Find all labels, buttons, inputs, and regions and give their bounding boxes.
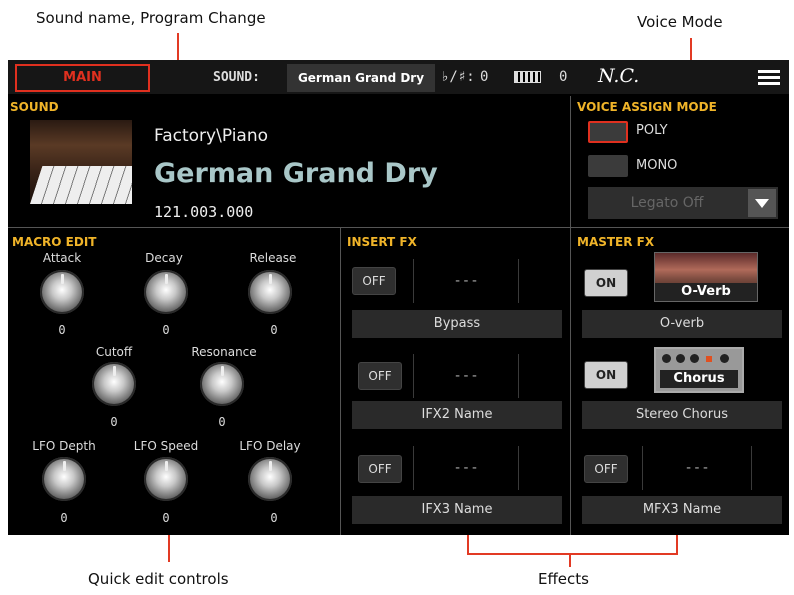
octave-value: 0 [559, 69, 568, 85]
ifx2-name[interactable]: IFX2 Name [352, 401, 562, 429]
ifx2-slot[interactable]: --- [413, 354, 519, 398]
callout-line [467, 553, 678, 555]
ifx1-name[interactable]: Bypass [352, 310, 562, 338]
mfx1-name[interactable]: O-verb [582, 310, 782, 338]
callout-quick-edit: Quick edit controls [88, 570, 229, 588]
main-tab[interactable]: MAIN [15, 64, 150, 92]
ifx3-toggle[interactable]: OFF [358, 455, 402, 483]
transpose-value: 0 [480, 69, 489, 85]
knob-value: 0 [270, 511, 278, 525]
sound-path: Factory\Piano [154, 126, 269, 146]
knob-label: Decay [145, 251, 183, 265]
divider [570, 228, 571, 535]
attack-knob[interactable] [40, 270, 84, 314]
master-fx-title: MASTER FX [577, 235, 655, 249]
voice-assign-title: VOICE ASSIGN MODE [577, 100, 717, 114]
knob-value: 0 [58, 323, 66, 337]
mfx2-name[interactable]: Stereo Chorus [582, 401, 782, 429]
lfo-delay-knob[interactable] [248, 457, 292, 501]
callout-voice-mode: Voice Mode [637, 13, 723, 31]
poly-radio[interactable] [588, 121, 628, 143]
callout-sound-name: Sound name, Program Change [36, 9, 266, 27]
mfx2-toggle[interactable]: ON [584, 361, 628, 389]
knob-label: LFO Depth [32, 439, 96, 453]
lfo-speed-knob[interactable] [144, 457, 188, 501]
ifx2-toggle[interactable]: OFF [358, 362, 402, 390]
mfx1-toggle[interactable]: ON [584, 269, 628, 297]
ifx3-name[interactable]: IFX3 Name [352, 496, 562, 524]
mfx3-slot[interactable]: --- [642, 446, 752, 490]
callout-line [168, 532, 170, 562]
knob-label: LFO Speed [133, 439, 199, 453]
resonance-knob[interactable] [200, 362, 244, 406]
ifx1-toggle[interactable]: OFF [352, 267, 396, 295]
knob-value: 0 [110, 415, 118, 429]
divider [570, 96, 571, 227]
chevron-down-icon[interactable] [748, 189, 776, 217]
knob-label: LFO Delay [239, 439, 301, 453]
divider [8, 227, 789, 228]
transpose-label: ♭/♯: [441, 69, 475, 85]
mfx1-image-label: O-Verb [655, 283, 757, 301]
macro-edit-title: MACRO EDIT [12, 235, 97, 249]
knob-label: Release [249, 251, 297, 265]
knob-value: 0 [60, 511, 68, 525]
menu-icon[interactable] [758, 70, 780, 86]
sound-section-title: SOUND [10, 100, 59, 114]
sound-label: SOUND: [213, 70, 260, 85]
release-knob[interactable] [248, 270, 292, 314]
mfx2-image-label: Chorus [660, 370, 738, 388]
keyboard-icon [514, 71, 541, 83]
decay-knob[interactable] [144, 270, 188, 314]
knob-value: 0 [162, 511, 170, 525]
knob-value: 0 [270, 323, 278, 337]
mfx3-toggle[interactable]: OFF [584, 455, 628, 483]
program-change: 121.003.000 [154, 203, 254, 221]
callout-line [676, 532, 678, 554]
legato-value: Legato Off [630, 195, 704, 211]
lfo-depth-knob[interactable] [42, 457, 86, 501]
ifx3-slot[interactable]: --- [413, 446, 519, 490]
sound-name[interactable]: German Grand Dry [154, 158, 438, 189]
callout-line [467, 532, 469, 554]
knob-label: Cutoff [95, 345, 133, 359]
knob-label: Resonance [191, 345, 257, 359]
sound-name-display[interactable]: German Grand Dry [287, 64, 435, 92]
mfx3-name[interactable]: MFX3 Name [582, 496, 782, 524]
ifx1-slot[interactable]: --- [413, 259, 519, 303]
mono-radio[interactable] [588, 155, 628, 177]
mfx2-chorus-image[interactable]: Chorus [654, 347, 744, 393]
cutoff-knob[interactable] [92, 362, 136, 406]
callout-line [569, 553, 571, 567]
callout-effects: Effects [538, 570, 589, 588]
mono-label: MONO [636, 158, 678, 173]
sound-edit-screen: MAIN SOUND: German Grand Dry ♭/♯: 0 0 N.… [8, 60, 789, 535]
knob-value: 0 [162, 323, 170, 337]
divider [340, 228, 341, 535]
mfx1-reverb-image[interactable]: O-Verb [654, 252, 758, 302]
poly-label: POLY [636, 123, 668, 138]
chord-display: N.C. [598, 65, 640, 87]
knob-label: Attack [42, 251, 82, 265]
knob-value: 0 [218, 415, 226, 429]
insert-fx-title: INSERT FX [347, 235, 417, 249]
top-bar: MAIN SOUND: German Grand Dry ♭/♯: 0 0 N.… [8, 60, 789, 94]
piano-image [30, 120, 132, 204]
legato-dropdown[interactable]: Legato Off [588, 187, 778, 219]
